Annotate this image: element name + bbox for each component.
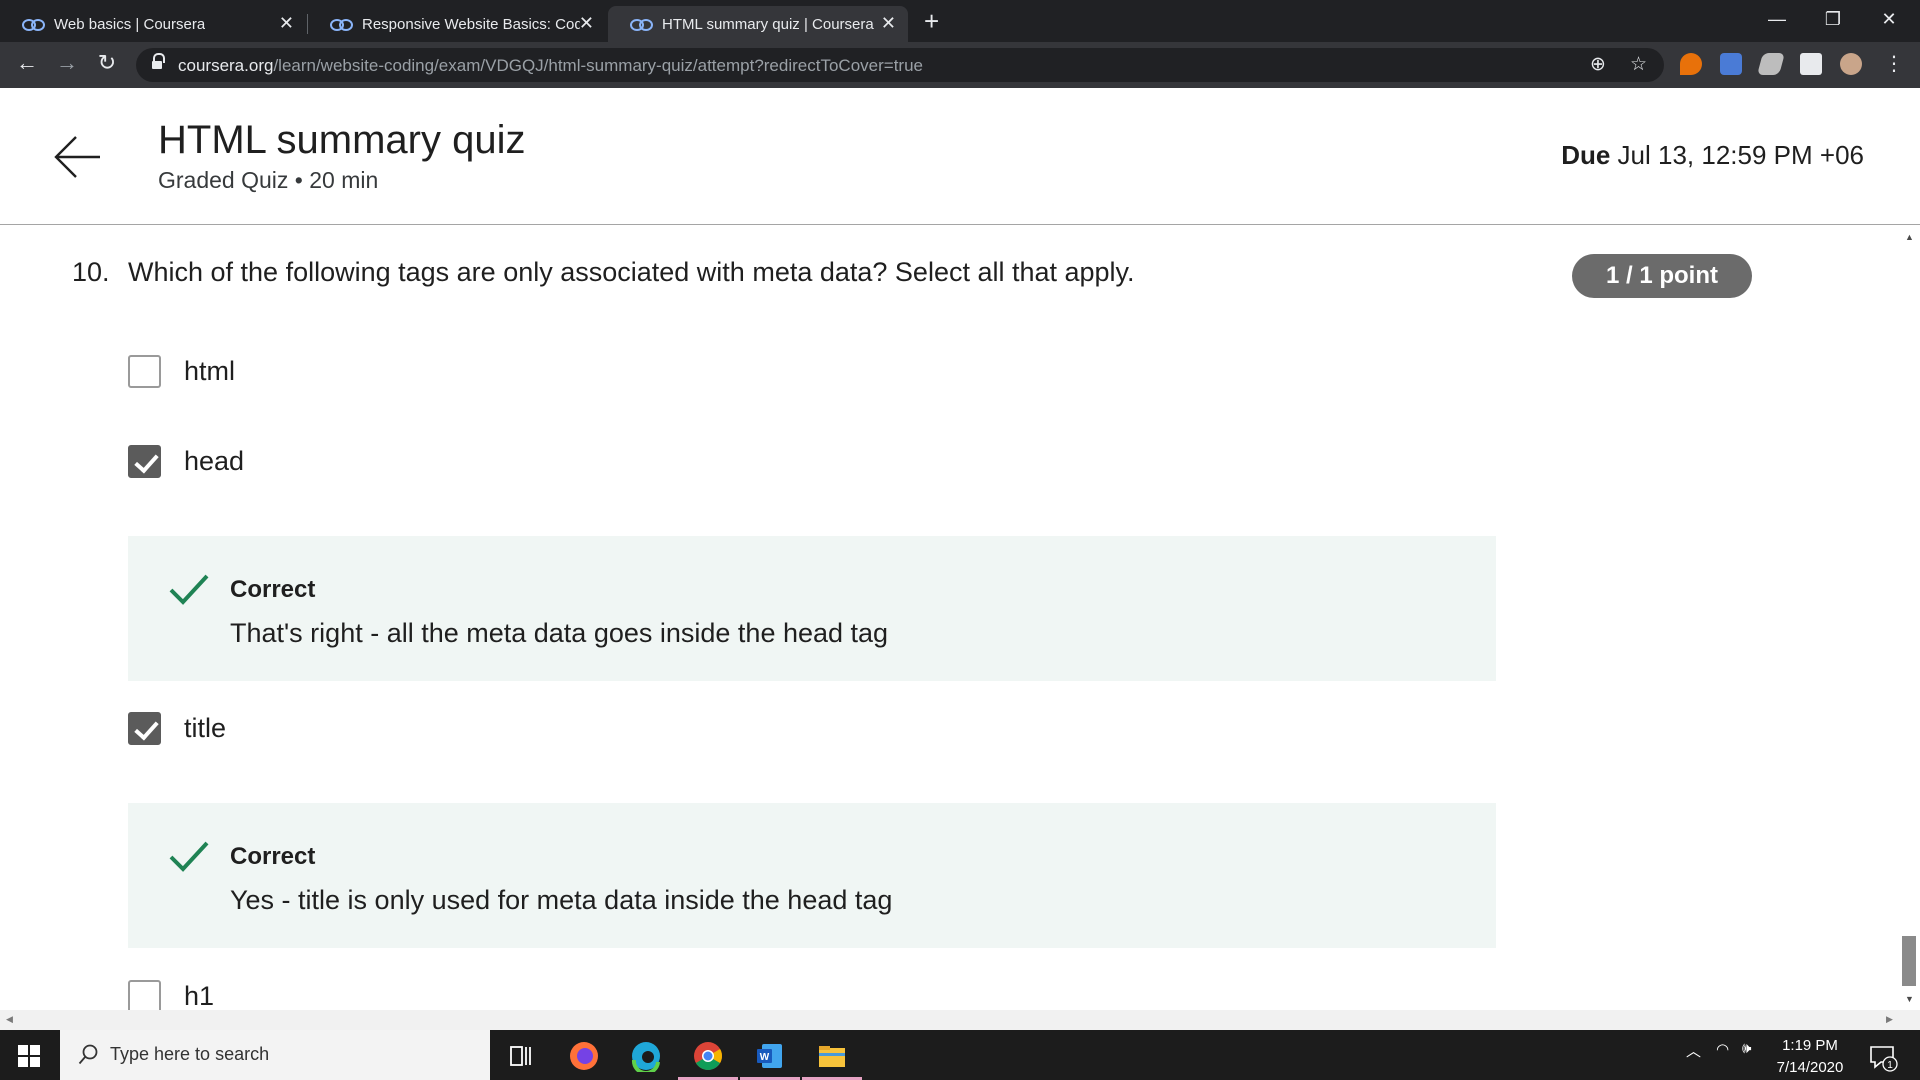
browser-toolbar: ← → ↻ coursera.org/learn/website-coding/… <box>0 42 1920 88</box>
question-text: Which of the following tags are only ass… <box>128 257 1135 287</box>
feedback-text: Yes - title is only used for meta data i… <box>230 885 893 915</box>
quiz-content: 10. Which of the following tags are only… <box>0 226 1900 1010</box>
coursera-favicon-icon <box>22 18 45 31</box>
tab-title: Web basics | Coursera <box>54 15 206 33</box>
tab-web-basics[interactable]: Web basics | Coursera ✕ <box>0 6 306 42</box>
option-head[interactable]: head <box>128 443 244 479</box>
quiz-header: HTML summary quiz Graded Quiz • 20 min D… <box>0 88 1920 225</box>
translate-extension-icon[interactable] <box>1720 53 1742 75</box>
clock-date: 7/14/2020 <box>1776 1059 1844 1076</box>
due-date: Due Jul 13, 12:59 PM +06 <box>1561 140 1864 170</box>
back-arrow-icon[interactable] <box>52 131 104 183</box>
question-number: 10. <box>72 257 110 287</box>
scroll-down-icon[interactable]: ▼ <box>1905 994 1914 1004</box>
option-label: title <box>184 712 227 743</box>
svg-text:W: W <box>760 1052 770 1063</box>
volume-icon[interactable]: 🕪 <box>1742 1040 1751 1057</box>
feedback-title: Correct <box>230 576 316 603</box>
checkbox-checked[interactable] <box>128 444 161 478</box>
feedback-title: Correct <box>230 843 316 870</box>
scroll-right-icon[interactable]: ▶ <box>1886 1014 1893 1025</box>
restore-icon[interactable]: ❐ <box>1810 2 1856 36</box>
lock-icon[interactable] <box>152 53 165 70</box>
checkbox-unchecked[interactable] <box>128 354 161 388</box>
wifi-icon[interactable]: ◠ <box>1716 1040 1729 1058</box>
vertical-scrollbar[interactable]: ▲ ▼ <box>1900 226 1920 1010</box>
option-h1[interactable]: h1 <box>128 978 214 1010</box>
browser-menu-icon[interactable]: ⋮ <box>1884 53 1904 75</box>
taskbar-search-box[interactable]: Type here to search <box>60 1030 490 1080</box>
option-label: html <box>184 355 236 386</box>
checkbox-checked[interactable] <box>128 711 161 745</box>
address-bar[interactable]: coursera.org/learn/website-coding/exam/V… <box>136 48 1664 82</box>
forward-arrow-icon[interactable]: → <box>52 50 82 76</box>
tab-title: Responsive Website Basics: Code <box>362 15 580 33</box>
feedback-correct: Correct Yes - title is only used for met… <box>128 803 1496 948</box>
notification-center-icon[interactable]: 1 <box>1866 1040 1898 1072</box>
option-label: head <box>184 445 245 476</box>
notification-count: 1 <box>1887 1060 1893 1071</box>
puzzle-extensions-icon[interactable] <box>1800 53 1822 75</box>
checkmark-icon <box>169 841 209 872</box>
word-icon[interactable]: W <box>754 1040 786 1072</box>
clock-time: 1:19 PM <box>1782 1037 1838 1054</box>
taskbar-clock[interactable]: 1:19 PM 7/14/2020 <box>1760 1035 1860 1079</box>
profile-avatar[interactable] <box>1840 53 1862 75</box>
close-window-icon[interactable]: ✕ <box>1866 2 1912 36</box>
new-tab-icon[interactable]: + <box>924 6 939 37</box>
option-label: h1 <box>184 980 215 1011</box>
close-tab-icon[interactable]: ✕ <box>881 13 896 34</box>
page-title: HTML summary quiz <box>158 118 526 162</box>
feedback-text: That's right - all the meta data goes in… <box>230 618 889 648</box>
back-arrow-icon[interactable]: ← <box>12 50 42 76</box>
browser-tab-bar: Web basics | Coursera ✕ Responsive Websi… <box>0 0 1920 42</box>
option-html[interactable]: html <box>128 353 235 389</box>
option-title[interactable]: title <box>128 710 226 746</box>
search-placeholder: Type here to search <box>110 1044 270 1064</box>
key-extension-icon[interactable] <box>1680 53 1702 75</box>
scroll-left-icon[interactable]: ◀ <box>6 1014 13 1025</box>
tab-html-summary-quiz[interactable]: HTML summary quiz | Coursera ✕ <box>608 6 908 42</box>
scroll-up-icon[interactable]: ▲ <box>1905 232 1914 242</box>
firefox-icon[interactable] <box>568 1040 600 1072</box>
search-icon <box>78 1044 98 1065</box>
windows-taskbar: Type here to search W ︿ ◠ 🕪 1:19 PM 7/14… <box>0 1030 1920 1080</box>
close-tab-icon[interactable]: ✕ <box>279 13 294 34</box>
coursera-favicon-icon <box>330 18 353 31</box>
minimize-icon[interactable]: — <box>1754 2 1800 36</box>
bookmark-star-icon[interactable]: ☆ <box>1630 53 1647 76</box>
checkmark-icon <box>169 574 209 605</box>
reload-icon[interactable]: ↻ <box>92 50 122 76</box>
scrollbar-thumb[interactable] <box>1902 936 1916 986</box>
windows-start-icon[interactable] <box>18 1045 40 1067</box>
close-tab-icon[interactable]: ✕ <box>579 13 594 34</box>
feedback-correct: Correct That's right - all the meta data… <box>128 536 1496 681</box>
show-hidden-icons-icon[interactable]: ︿ <box>1686 1040 1701 1061</box>
chrome-icon[interactable] <box>692 1040 724 1072</box>
edge-icon[interactable] <box>630 1040 662 1072</box>
coursera-favicon-icon <box>630 18 653 31</box>
points-badge: 1 / 1 point <box>1572 254 1752 298</box>
file-explorer-icon[interactable] <box>816 1040 848 1072</box>
zoom-icon[interactable]: ⊕ <box>1590 53 1606 76</box>
tab-title: HTML summary quiz | Coursera <box>662 15 874 33</box>
quiz-subtitle: Graded Quiz • 20 min <box>158 167 379 193</box>
checkbox-unchecked[interactable] <box>128 979 161 1010</box>
url-text[interactable]: coursera.org/learn/website-coding/exam/V… <box>178 56 923 76</box>
tab-responsive-website-basics[interactable]: Responsive Website Basics: Code ✕ <box>308 6 606 42</box>
task-view-icon[interactable] <box>505 1040 537 1072</box>
horizontal-scrollbar[interactable]: ◀ ▶ <box>0 1010 1920 1030</box>
